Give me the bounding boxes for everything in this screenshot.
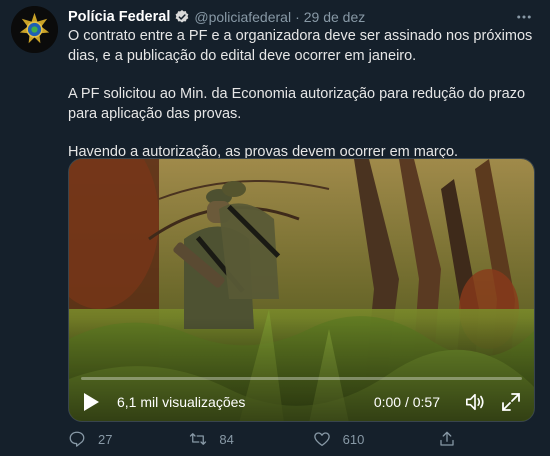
author-name[interactable]: Polícia Federal [68,9,170,25]
tweet-actions: 27 84 610 [68,428,468,450]
share-button[interactable] [438,430,468,448]
avatar[interactable] [11,6,58,53]
reply-button[interactable]: 27 [68,430,189,448]
video-progress-bar[interactable] [81,377,522,380]
verified-badge-icon [175,10,189,23]
video-player[interactable]: 6,1 mil visualizações 0:00 / 0:57 [68,158,535,422]
tweet-header: Polícia Federal @policiafederal · 29 de … [68,7,534,27]
separator-dot: · [295,9,300,25]
heart-icon [313,432,330,447]
author-handle[interactable]: @policiafederal [194,9,291,25]
retweet-icon [190,433,207,445]
police-badge-logo [11,6,58,53]
fullscreen-icon[interactable] [500,391,522,413]
retweet-button[interactable]: 84 [189,430,312,448]
tweet-paragraph: O contrato entre a PF e a organizadora d… [68,28,533,64]
video-controls: 6,1 mil visualizações 0:00 / 0:57 [69,388,534,416]
video-time: 0:00 / 0:57 [373,394,440,410]
tweet-text: O contrato entre a PF e a organizadora d… [68,27,538,163]
share-icon [440,431,454,446]
retweet-count: 84 [219,431,234,447]
volume-icon[interactable] [464,391,486,413]
reply-count: 27 [98,431,113,447]
like-button[interactable]: 610 [313,430,438,448]
tweet[interactable]: Polícia Federal @policiafederal · 29 de … [0,0,550,456]
tweet-date[interactable]: 29 de dez [304,9,366,25]
more-icon[interactable] [514,7,534,27]
video-thumbnail [69,159,534,421]
tweet-paragraph: A PF solicitou ao Min. da Economia autor… [68,86,526,122]
like-count: 610 [342,431,365,447]
view-count: 6,1 mil visualizações [117,394,246,410]
reply-icon [69,431,85,447]
play-icon[interactable] [81,392,101,412]
